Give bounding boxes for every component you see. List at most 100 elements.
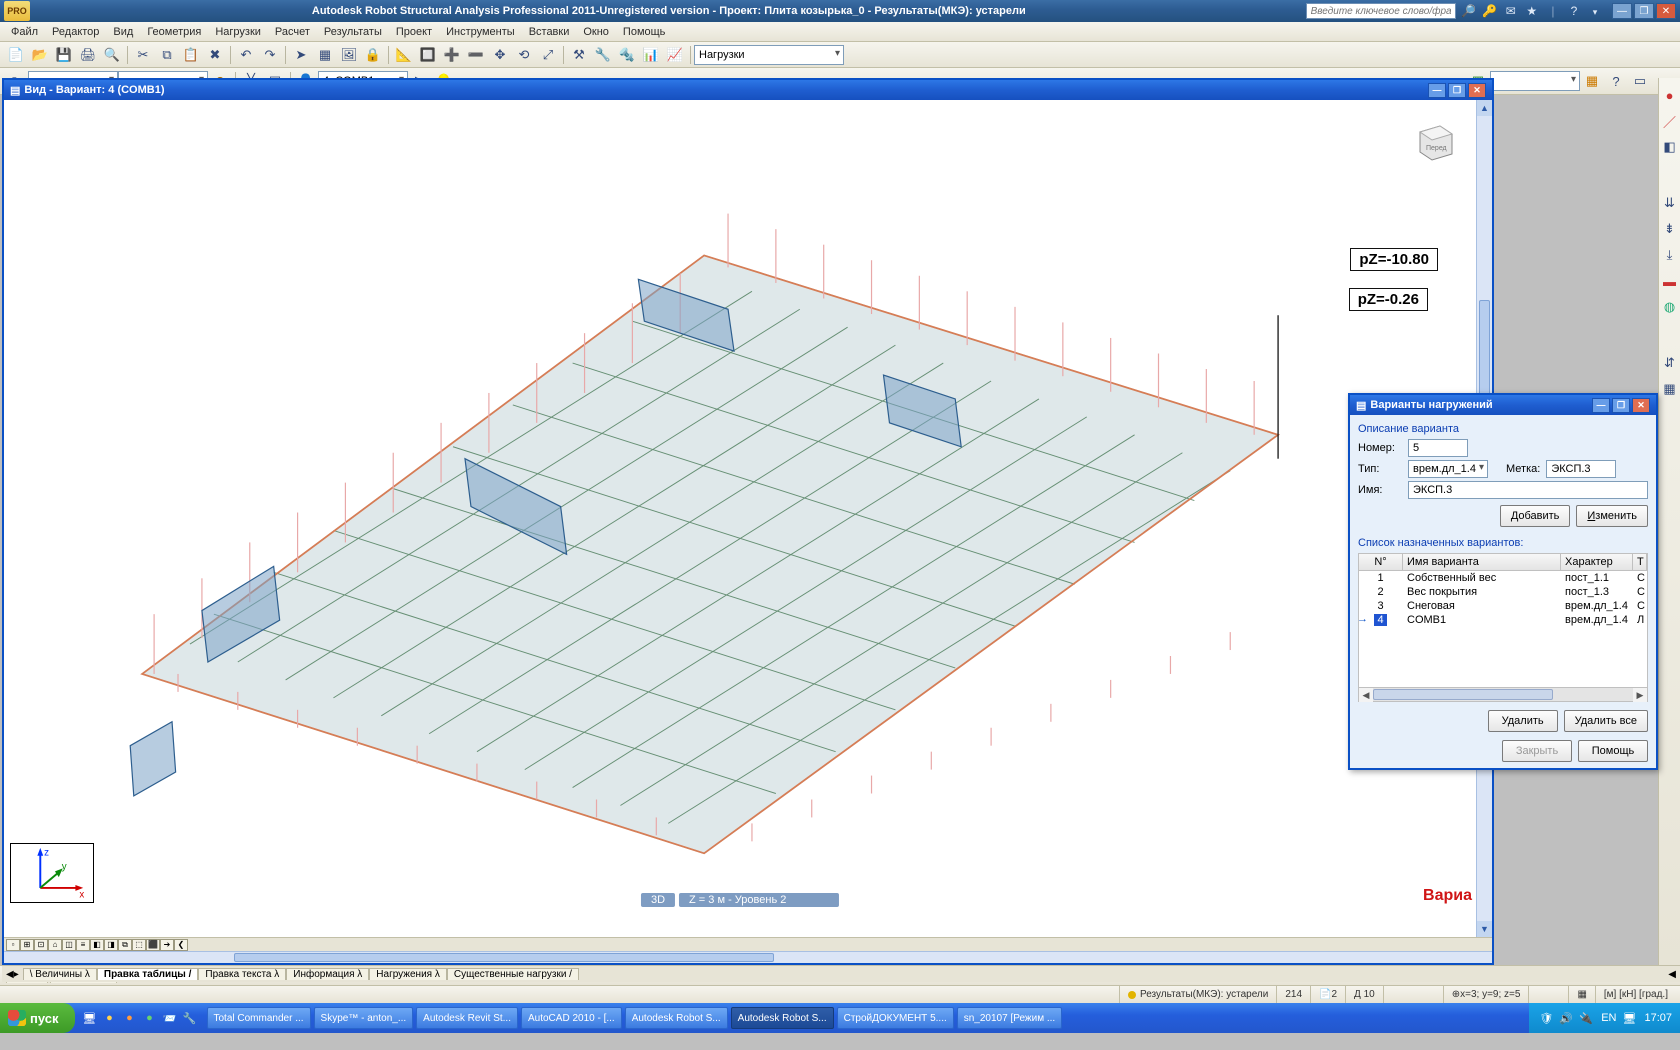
- task-6[interactable]: СтройДОКУМЕНТ 5....: [837, 1007, 954, 1029]
- task-5[interactable]: Autodesk Robot S...: [731, 1007, 834, 1029]
- cut-icon[interactable]: ✂: [132, 44, 154, 66]
- task-2[interactable]: Autodesk Revit St...: [416, 1007, 518, 1029]
- delete-icon[interactable]: ✖: [204, 44, 226, 66]
- task-0[interactable]: Total Commander ...: [207, 1007, 311, 1029]
- mark-input[interactable]: ЭКСП.3: [1546, 460, 1616, 478]
- key-icon[interactable]: 🔑: [1482, 4, 1498, 18]
- tool-1-icon[interactable]: ⚒: [568, 44, 590, 66]
- mini-6-icon[interactable]: ≡: [76, 939, 90, 951]
- ql-5-icon[interactable]: 📨: [161, 1009, 179, 1027]
- table-row[interactable]: 4 COMB1 врем.дл_1.4 Л: [1359, 613, 1647, 627]
- rt-loads-icon[interactable]: ⇊: [1659, 192, 1680, 214]
- menu-file[interactable]: Файл: [4, 26, 45, 38]
- menu-geometry[interactable]: Геометрия: [140, 26, 208, 38]
- maximize-button[interactable]: ❐: [1634, 3, 1654, 19]
- mini-12-icon[interactable]: ➔: [160, 939, 174, 951]
- menu-project[interactable]: Проект: [389, 26, 439, 38]
- rt-loads2-icon[interactable]: ⇟: [1659, 218, 1680, 240]
- view-window-titlebar[interactable]: ▤ Вид - Вариант: 4 (COMB1) — ❐ ✕: [4, 80, 1492, 100]
- star-icon[interactable]: ★: [1524, 4, 1540, 18]
- ql-3-icon[interactable]: ●: [121, 1009, 139, 1027]
- open-icon[interactable]: 📂: [29, 44, 51, 66]
- start-button[interactable]: пуск: [0, 1003, 75, 1033]
- tool-4-icon[interactable]: 📊: [640, 44, 662, 66]
- help-button[interactable]: Помощь: [1578, 740, 1648, 762]
- col-name[interactable]: Имя варианта: [1403, 554, 1561, 570]
- view-minimize-button[interactable]: —: [1428, 83, 1446, 98]
- rotate-icon[interactable]: ⟲: [513, 44, 535, 66]
- system-tray[interactable]: 🛡🔊🔌 EN 🖥 17:07: [1529, 1003, 1680, 1033]
- fit-icon[interactable]: ⤢: [537, 44, 559, 66]
- pan-icon[interactable]: ✥: [489, 44, 511, 66]
- ql-6-icon[interactable]: 🔧: [181, 1009, 199, 1027]
- mini-13-icon[interactable]: ❮: [174, 939, 188, 951]
- mini-9-icon[interactable]: ⧉: [118, 939, 132, 951]
- subtab-4[interactable]: Нагружения λ: [369, 968, 447, 980]
- view-cube[interactable]: Перед: [1410, 118, 1456, 164]
- subtab-1[interactable]: Правка таблицы /: [97, 968, 199, 980]
- help-dropdown-icon[interactable]: ▾: [1587, 7, 1603, 18]
- rt-loads3-icon[interactable]: ⤓: [1659, 244, 1680, 266]
- view-maximize-button[interactable]: ❐: [1448, 83, 1466, 98]
- calc-icon[interactable]: 📐: [393, 44, 415, 66]
- undo-icon[interactable]: ↶: [235, 44, 257, 66]
- dialog-titlebar[interactable]: ▤ Варианты нагружений — ❐ ✕: [1350, 395, 1656, 415]
- copy-icon[interactable]: ⧉: [156, 44, 178, 66]
- edit-arrow-icon[interactable]: ➤: [290, 44, 312, 66]
- subtab-5[interactable]: Существенные нагрузки /: [447, 968, 579, 980]
- help-icon[interactable]: ?: [1566, 4, 1582, 18]
- rt-combo-icon[interactable]: ⇵: [1659, 352, 1680, 374]
- new-icon[interactable]: 📄: [5, 44, 27, 66]
- mini-11-icon[interactable]: ⬛: [146, 939, 160, 951]
- task-7[interactable]: sn_20107 [Режим ...: [957, 1007, 1062, 1029]
- table-icon[interactable]: ▦: [314, 44, 336, 66]
- close-dialog-button[interactable]: Закрыть: [1502, 740, 1572, 762]
- save-icon[interactable]: 💾: [53, 44, 75, 66]
- subtab-3[interactable]: Информация λ: [286, 968, 369, 980]
- tool-3-icon[interactable]: 🔩: [616, 44, 638, 66]
- view-hscroll[interactable]: [4, 951, 1492, 963]
- menu-calc[interactable]: Расчет: [268, 26, 317, 38]
- preview-icon[interactable]: 🔍: [101, 44, 123, 66]
- layouts-combo[interactable]: Нагрузки: [694, 45, 844, 65]
- delete-button[interactable]: Удалить: [1488, 710, 1558, 732]
- paste-icon[interactable]: 📋: [180, 44, 202, 66]
- task-3[interactable]: AutoCAD 2010 - [...: [521, 1007, 622, 1029]
- comm-icon[interactable]: ✉: [1503, 4, 1519, 18]
- axis-gizmo[interactable]: z x y: [10, 843, 94, 903]
- name-input[interactable]: ЭКСП.3: [1408, 481, 1648, 499]
- zoom-in-icon[interactable]: ➕: [441, 44, 463, 66]
- subtab-0[interactable]: \ Величины λ: [23, 968, 97, 980]
- rt-node-icon[interactable]: ●: [1659, 84, 1680, 106]
- col-kind[interactable]: Характер: [1561, 554, 1633, 570]
- table-row[interactable]: 2 Вес покрытия пост_1.3 С: [1359, 585, 1647, 599]
- col-number[interactable]: N°: [1359, 554, 1403, 570]
- task-1[interactable]: Skype™ - anton_...: [314, 1007, 414, 1029]
- mini-8-icon[interactable]: ◨: [104, 939, 118, 951]
- mini-3-icon[interactable]: ⊡: [34, 939, 48, 951]
- menu-help[interactable]: Помощь: [616, 26, 673, 38]
- menu-inserts[interactable]: Вставки: [522, 26, 577, 38]
- dialog-maximize-button[interactable]: ❐: [1612, 398, 1630, 413]
- menu-view[interactable]: Вид: [106, 26, 140, 38]
- type-select[interactable]: врем.дл_1.4: [1408, 460, 1488, 478]
- zoom-window-icon[interactable]: 🔲: [417, 44, 439, 66]
- rt-bus-icon[interactable]: ▬: [1659, 270, 1680, 292]
- model-viewport[interactable]: pZ=-10.80 pZ=-0.26 Перед z x: [4, 100, 1476, 937]
- subtab-2[interactable]: Правка текста λ: [198, 968, 286, 980]
- lock-icon[interactable]: 🔒: [362, 44, 384, 66]
- help-search-input[interactable]: [1306, 3, 1456, 19]
- col-t[interactable]: Т: [1633, 554, 1647, 570]
- menu-loads[interactable]: Нагрузки: [208, 26, 268, 38]
- lang-indicator[interactable]: EN: [1601, 1012, 1616, 1024]
- ql-2-icon[interactable]: ●: [101, 1009, 119, 1027]
- mini-5-icon[interactable]: ◫: [62, 939, 76, 951]
- tool-5-icon[interactable]: 📈: [664, 44, 686, 66]
- table-row[interactable]: 3 Снеговая врем.дл_1.4 С: [1359, 599, 1647, 613]
- menu-tools[interactable]: Инструменты: [439, 26, 522, 38]
- mini-4-icon[interactable]: ⌂: [48, 939, 62, 951]
- rt-table-icon[interactable]: ▦: [1659, 378, 1680, 400]
- minimize-button[interactable]: —: [1612, 3, 1632, 19]
- table-row[interactable]: 1 Собственный вес пост_1.1 С: [1359, 571, 1647, 585]
- view-close-button[interactable]: ✕: [1468, 83, 1486, 98]
